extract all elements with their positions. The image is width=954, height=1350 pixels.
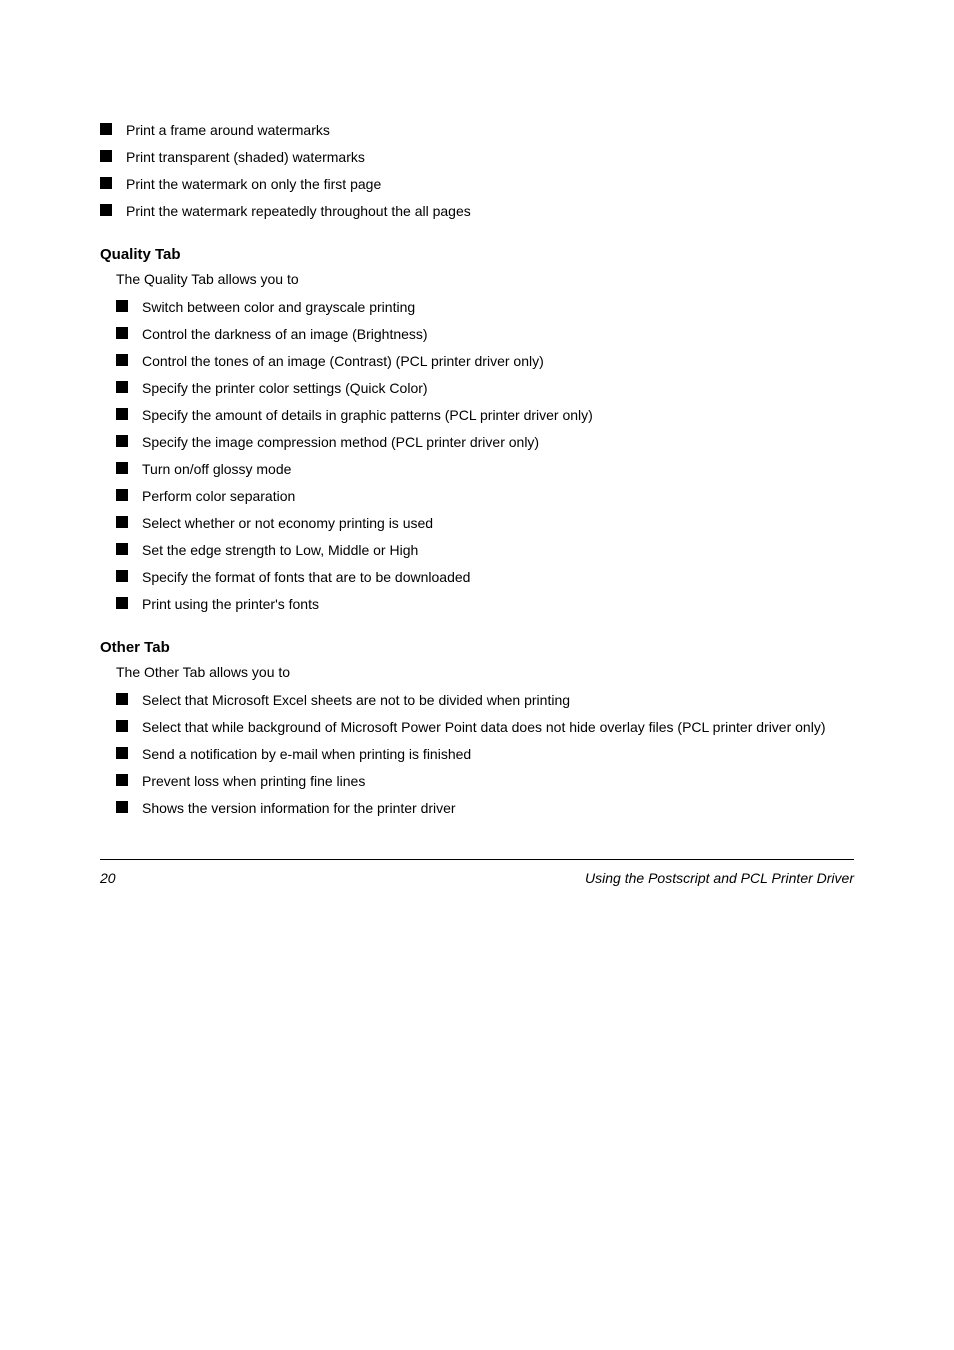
bullet-icon: [116, 597, 128, 609]
list-item: Shows the version information for the pr…: [116, 798, 854, 819]
intro-item-3: Print the watermark repeatedly throughou…: [126, 201, 471, 222]
quality-tab-section: Quality Tab The Quality Tab allows you t…: [100, 246, 854, 615]
bullet-icon: [100, 177, 112, 189]
list-item: Select whether or not economy printing i…: [116, 513, 854, 534]
list-item: Turn on/off glossy mode: [116, 459, 854, 480]
list-item: Specify the format of fonts that are to …: [116, 567, 854, 588]
bullet-icon: [116, 408, 128, 420]
quality-tab-intro: The Quality Tab allows you to: [116, 271, 854, 287]
list-item: Prevent loss when printing fine lines: [116, 771, 854, 792]
intro-item-0: Print a frame around watermarks: [126, 120, 330, 141]
other-tab-intro: The Other Tab allows you to: [116, 664, 854, 680]
list-item: Print a frame around watermarks: [100, 120, 854, 141]
quality-item-6: Turn on/off glossy mode: [142, 459, 291, 480]
bullet-icon: [116, 543, 128, 555]
quality-item-0: Switch between color and grayscale print…: [142, 297, 415, 318]
quality-item-9: Set the edge strength to Low, Middle or …: [142, 540, 418, 561]
list-item: Perform color separation: [116, 486, 854, 507]
list-item: Control the tones of an image (Contrast)…: [116, 351, 854, 372]
other-item-1: Select that while background of Microsof…: [142, 717, 825, 738]
list-item: Specify the printer color settings (Quic…: [116, 378, 854, 399]
footer: 20 Using the Postscript and PCL Printer …: [100, 859, 854, 886]
list-item: Set the edge strength to Low, Middle or …: [116, 540, 854, 561]
list-item: Control the darkness of an image (Bright…: [116, 324, 854, 345]
quality-tab-title: Quality Tab: [100, 246, 854, 263]
bullet-icon: [116, 435, 128, 447]
other-tab-section: Other Tab The Other Tab allows you to Se…: [100, 639, 854, 819]
bullet-icon: [116, 327, 128, 339]
list-item: Send a notification by e-mail when print…: [116, 744, 854, 765]
bullet-icon: [116, 381, 128, 393]
quality-item-3: Specify the printer color settings (Quic…: [142, 378, 428, 399]
quality-item-2: Control the tones of an image (Contrast)…: [142, 351, 544, 372]
quality-item-1: Control the darkness of an image (Bright…: [142, 324, 428, 345]
bullet-icon: [116, 354, 128, 366]
other-item-3: Prevent loss when printing fine lines: [142, 771, 365, 792]
quality-tab-list: Switch between color and grayscale print…: [116, 297, 854, 615]
list-item: Select that Microsoft Excel sheets are n…: [116, 690, 854, 711]
list-item: Print using the printer's fonts: [116, 594, 854, 615]
list-item: Switch between color and grayscale print…: [116, 297, 854, 318]
other-item-4: Shows the version information for the pr…: [142, 798, 456, 819]
list-item: Select that while background of Microsof…: [116, 717, 854, 738]
list-item: Specify the image compression method (PC…: [116, 432, 854, 453]
quality-item-11: Print using the printer's fonts: [142, 594, 319, 615]
intro-bullet-list: Print a frame around watermarks Print tr…: [100, 120, 854, 222]
list-item: Print the watermark on only the first pa…: [100, 174, 854, 195]
bullet-icon: [116, 300, 128, 312]
bullet-icon: [116, 774, 128, 786]
intro-item-1: Print transparent (shaded) watermarks: [126, 147, 365, 168]
bullet-icon: [116, 489, 128, 501]
bullet-icon: [116, 516, 128, 528]
bullet-icon: [100, 150, 112, 162]
quality-item-8: Select whether or not economy printing i…: [142, 513, 433, 534]
bullet-icon: [116, 720, 128, 732]
bullet-icon: [116, 747, 128, 759]
other-tab-list: Select that Microsoft Excel sheets are n…: [116, 690, 854, 819]
bullet-icon: [116, 570, 128, 582]
other-tab-title: Other Tab: [100, 639, 854, 656]
list-item: Print the watermark repeatedly throughou…: [100, 201, 854, 222]
other-item-0: Select that Microsoft Excel sheets are n…: [142, 690, 570, 711]
bullet-icon: [116, 693, 128, 705]
footer-page-number: 20: [100, 870, 116, 886]
bullet-icon: [100, 123, 112, 135]
list-item: Specify the amount of details in graphic…: [116, 405, 854, 426]
other-item-2: Send a notification by e-mail when print…: [142, 744, 471, 765]
quality-item-5: Specify the image compression method (PC…: [142, 432, 539, 453]
quality-item-10: Specify the format of fonts that are to …: [142, 567, 470, 588]
bullet-icon: [116, 801, 128, 813]
intro-item-2: Print the watermark on only the first pa…: [126, 174, 381, 195]
quality-item-7: Perform color separation: [142, 486, 295, 507]
list-item: Print transparent (shaded) watermarks: [100, 147, 854, 168]
footer-document-title: Using the Postscript and PCL Printer Dri…: [585, 870, 854, 886]
quality-item-4: Specify the amount of details in graphic…: [142, 405, 593, 426]
bullet-icon: [116, 462, 128, 474]
page: Print a frame around watermarks Print tr…: [0, 0, 954, 1350]
bullet-icon: [100, 204, 112, 216]
